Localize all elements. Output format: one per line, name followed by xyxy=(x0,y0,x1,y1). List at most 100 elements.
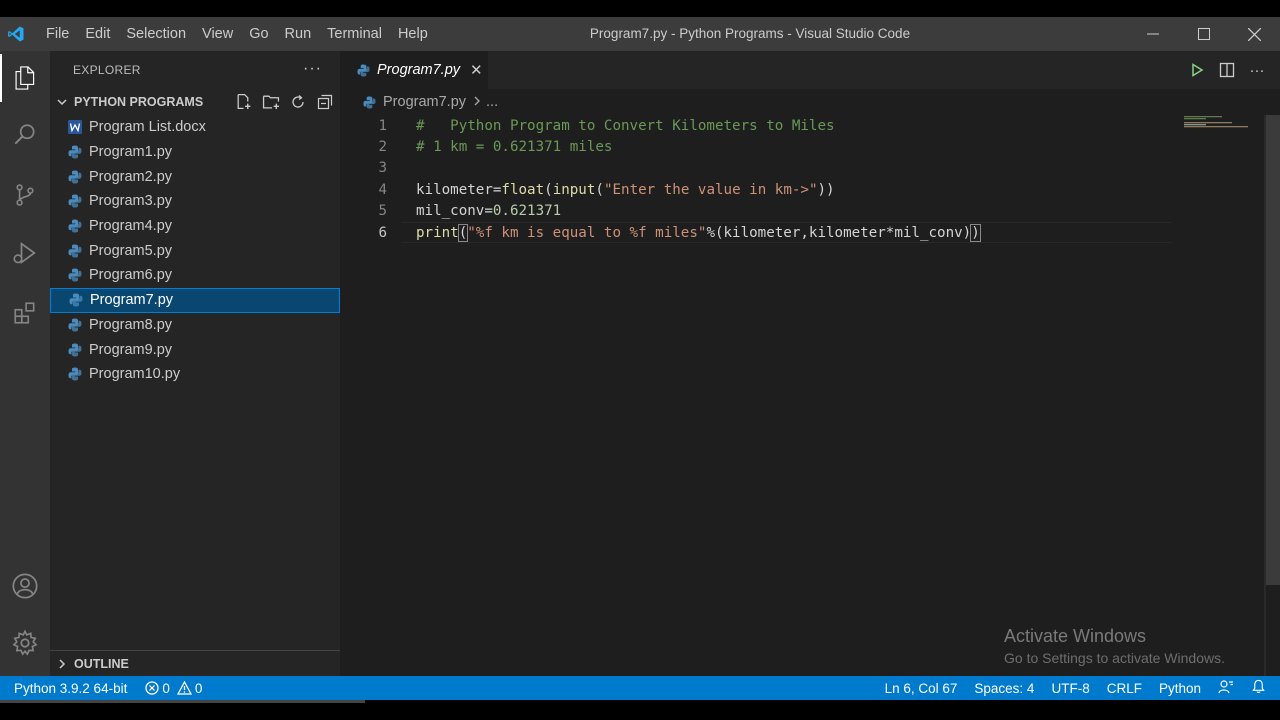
warning-icon xyxy=(176,681,192,695)
warning-count: 0 xyxy=(194,680,203,696)
file-item-program9[interactable]: Program9.py xyxy=(50,337,340,362)
menu-go[interactable]: Go xyxy=(241,17,276,51)
outline-section[interactable]: OUTLINE xyxy=(50,650,340,676)
file-item-program1[interactable]: Program1.py xyxy=(50,140,340,165)
run-python-file-icon[interactable] xyxy=(1188,60,1206,80)
editor-tabs: Program7.py ✕ ··· xyxy=(340,51,1280,89)
code-token: ( xyxy=(544,181,553,198)
feedback-icon[interactable] xyxy=(1218,679,1234,698)
video-progress-bar xyxy=(0,700,365,703)
more-actions-icon[interactable]: ··· xyxy=(303,60,322,78)
explorer-files-icon[interactable] xyxy=(0,54,50,102)
code-line: 3 xyxy=(340,158,1200,179)
file-item-program4[interactable]: Program4.py xyxy=(50,214,340,239)
minimap[interactable] xyxy=(1184,115,1264,129)
line-number: 6 xyxy=(378,224,387,241)
close-window-button[interactable] xyxy=(1229,17,1280,51)
file-name: Program9.py xyxy=(89,341,173,358)
minimize-button[interactable] xyxy=(1127,17,1178,51)
collapse-all-icon[interactable] xyxy=(315,92,334,111)
notifications-bell-icon[interactable] xyxy=(1251,679,1266,697)
file-item-program-list-docx[interactable]: Program List.docx xyxy=(50,115,340,140)
search-icon[interactable] xyxy=(0,111,50,159)
video-letterbox-bottom xyxy=(0,700,1280,720)
tab-close-icon[interactable]: ✕ xyxy=(470,61,483,79)
code-token: print xyxy=(416,224,459,241)
maximize-button[interactable] xyxy=(1178,17,1229,51)
code-token: ( xyxy=(457,223,469,242)
file-name: Program6.py xyxy=(89,267,173,284)
eol-status[interactable]: CRLF xyxy=(1107,681,1142,696)
line-number: 2 xyxy=(378,139,387,156)
code-token: "Enter the value in km->" xyxy=(603,181,818,198)
code-token: mil_conv= xyxy=(416,203,493,220)
close-icon xyxy=(1248,27,1261,41)
menu-file[interactable]: File xyxy=(38,17,77,51)
file-item-program2[interactable]: Program2.py xyxy=(50,164,340,189)
activate-windows-watermark: Activate Windows Go to Settings to activ… xyxy=(1004,626,1225,666)
menu-terminal[interactable]: Terminal xyxy=(319,17,390,51)
split-editor-icon[interactable] xyxy=(1218,60,1236,80)
vertical-scrollbar[interactable] xyxy=(1266,115,1280,585)
folder-name: PYTHON PROGRAMS xyxy=(74,95,204,109)
line-number: 3 xyxy=(378,160,387,177)
python-icon xyxy=(360,94,378,110)
code-token: float xyxy=(501,181,545,198)
explorer-title: EXPLORER xyxy=(73,63,141,77)
new-file-icon[interactable] xyxy=(234,92,253,111)
file-name: Program1.py xyxy=(89,144,173,161)
menu-run[interactable]: Run xyxy=(277,17,320,51)
breadcrumb-symbols[interactable]: ... xyxy=(486,94,498,110)
file-item-program6[interactable]: Program6.py xyxy=(50,263,340,288)
file-item-program7-selected[interactable]: Program7.py xyxy=(50,287,340,313)
problems-status[interactable]: 0 0 xyxy=(145,681,202,696)
menu-help[interactable]: Help xyxy=(390,17,436,51)
language-mode-status[interactable]: Python xyxy=(1159,681,1201,696)
refresh-icon[interactable] xyxy=(288,92,307,111)
file-name: Program10.py xyxy=(89,366,181,383)
python-icon xyxy=(66,218,84,234)
video-letterbox-top xyxy=(0,0,1280,17)
account-icon[interactable] xyxy=(0,562,50,610)
indentation-status[interactable]: Spaces: 4 xyxy=(974,681,1034,696)
code-line: 5 mil_conv=0.621371 xyxy=(340,201,1200,222)
breadcrumb-file[interactable]: Program7.py xyxy=(383,94,466,110)
new-folder-icon[interactable] xyxy=(261,92,280,111)
source-control-icon[interactable] xyxy=(0,171,50,219)
more-actions-icon[interactable]: ··· xyxy=(1248,60,1266,80)
manage-gear-icon[interactable] xyxy=(0,619,50,667)
menu-view[interactable]: View xyxy=(194,17,241,51)
run-debug-icon[interactable] xyxy=(0,229,50,277)
file-item-program5[interactable]: Program5.py xyxy=(50,238,340,263)
menu-edit[interactable]: Edit xyxy=(77,17,118,51)
error-icon xyxy=(145,681,159,695)
python-interpreter-status[interactable]: Python 3.9.2 64-bit xyxy=(14,681,127,696)
file-item-program3[interactable]: Program3.py xyxy=(50,189,340,214)
file-item-program10[interactable]: Program10.py xyxy=(50,362,340,387)
word-doc-icon xyxy=(66,119,84,135)
file-item-program8[interactable]: Program8.py xyxy=(50,313,340,338)
code-token: input xyxy=(552,181,596,198)
outline-label: OUTLINE xyxy=(74,657,129,671)
cursor-position-status[interactable]: Ln 6, Col 67 xyxy=(885,681,958,696)
file-name: Program3.py xyxy=(89,193,173,210)
encoding-status[interactable]: UTF-8 xyxy=(1051,681,1089,696)
code-token: kilometer= xyxy=(416,181,502,198)
code-token: "%f km is equal to %f miles" xyxy=(467,224,707,241)
file-name: Program2.py xyxy=(89,168,173,185)
explorer-header: EXPLORER ··· xyxy=(50,51,340,89)
tab-program7[interactable]: Program7.py ✕ xyxy=(340,51,488,89)
menu-selection[interactable]: Selection xyxy=(118,17,194,51)
folder-section-header[interactable]: PYTHON PROGRAMS xyxy=(50,89,340,115)
file-name: Program4.py xyxy=(89,218,173,235)
code-token: %(kilometer,kilometer*mil_conv) xyxy=(706,224,972,241)
line-number: 4 xyxy=(378,181,387,198)
code-text: # 1 km = 0.621371 miles xyxy=(416,139,613,156)
code-token: 0.621371 xyxy=(492,203,562,220)
extensions-icon[interactable] xyxy=(0,289,50,337)
code-text: print("%f km is equal to %f miles"%(kilo… xyxy=(416,223,981,242)
status-bar: Python 3.9.2 64-bit 0 0 Ln 6, Col 67 Spa… xyxy=(0,676,1280,700)
code-text: kilometer=float(input("Enter the value i… xyxy=(416,182,835,198)
file-name: Program7.py xyxy=(90,292,174,309)
code-editor[interactable]: 1 # Python Program to Convert Kilometers… xyxy=(340,115,1200,244)
